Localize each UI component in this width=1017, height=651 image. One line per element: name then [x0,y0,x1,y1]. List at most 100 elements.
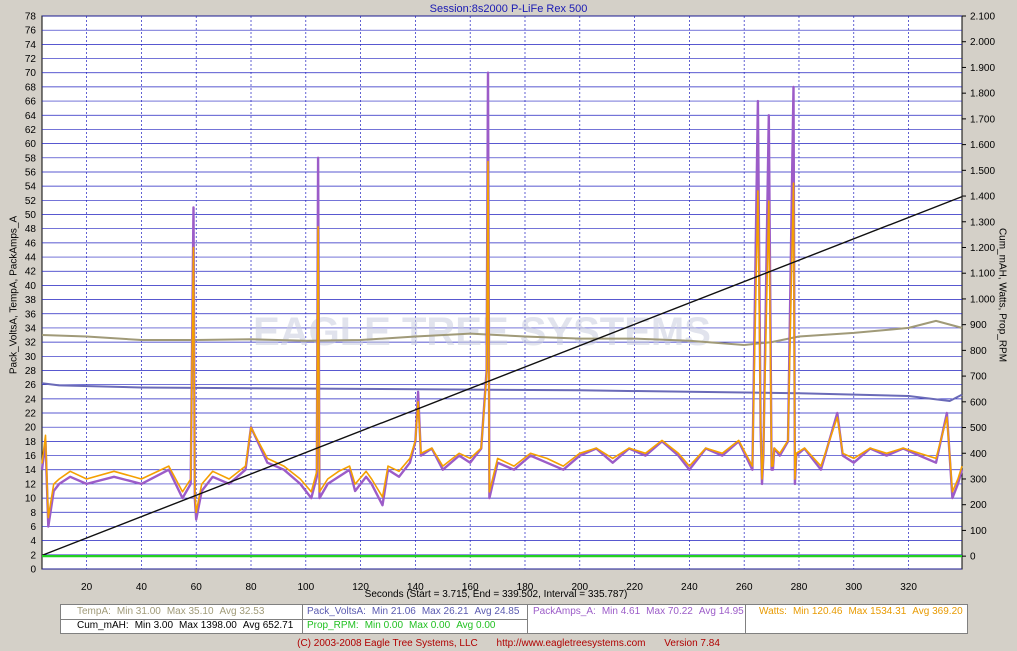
right-tick-label: 1.200 [970,243,995,254]
stats-temp-avg: Avg 32.53 [219,606,265,617]
right-tick-label: 1.700 [970,114,995,125]
left-tick-label: 14 [25,465,37,476]
stats-amps-label: PackAmps_A: [533,606,596,617]
left-tick-label: 68 [25,82,37,93]
stats-volts-label: Pack_VoltsA: [307,606,366,617]
x-tick-label: 240 [681,582,698,593]
stats-rpm-min: Min 0.00 [364,620,404,631]
stats-cum: Cum_mAH: Min 3.00 Max 1398.00 Avg 652.71 [77,619,299,633]
left-tick-label: 40 [25,281,37,292]
left-tick-label: 8 [30,508,36,519]
left-tick-label: 12 [25,479,37,490]
stats-watts-label: Watts: [759,606,787,617]
stats-rpm-max: Max 0.00 [409,620,451,631]
left-tick-label: 32 [25,338,37,349]
left-tick-label: 36 [25,309,37,320]
stats-amps-avg: Avg 14.95 [698,606,744,617]
stats-watts-min: Min 120.46 [792,606,843,617]
left-tick-label: 38 [25,295,37,306]
left-tick-label: 28 [25,366,37,377]
stats-amps-max: Max 70.22 [646,606,693,617]
right-tick-label: 2.000 [970,37,995,48]
footer-copyright: (C) 2003-2008 Eagle Tree Systems, LLC [297,638,478,649]
stats-cum-label: Cum_mAH: [77,620,129,631]
right-tick-label: 2.100 [970,12,995,23]
x-tick-label: 80 [245,582,257,593]
x-tick-label: 280 [791,582,808,593]
left-tick-label: 74 [25,40,37,51]
footer: (C) 2003-2008 Eagle Tree Systems, LLC ht… [0,638,1017,649]
left-tick-label: 76 [25,26,37,37]
left-tick-label: 48 [25,224,37,235]
right-tick-label: 400 [970,449,987,460]
right-axis-ticks: 0 100 200 300 400 500 600 700 800 900 1.000 1.100 1.… [962,12,995,563]
stats-rpm-avg: Avg 0.00 [456,620,496,631]
left-tick-label: 72 [25,54,37,65]
left-tick-label: 30 [25,352,37,363]
left-tick-label: 62 [25,125,37,136]
watermark: EAGLE TREE SYSTEMS [253,310,711,354]
footer-version: Version 7.84 [664,638,720,649]
left-tick-label: 22 [25,409,37,420]
right-tick-label: 1.500 [970,166,995,177]
right-tick-label: 0 [970,552,976,563]
x-tick-label: 260 [736,582,753,593]
footer-url[interactable]: http://www.eagletreesystems.com [497,638,646,649]
left-axis-label: Pack_VoltsA, TempA, PackAmps_A [9,216,20,375]
left-tick-label: 6 [30,522,36,533]
stats-amps-min: Min 4.61 [601,606,641,617]
left-tick-label: 42 [25,267,37,278]
right-tick-label: 800 [970,346,987,357]
stats-cum-min: Min 3.00 [134,620,174,631]
x-tick-label: 60 [191,582,203,593]
left-tick-label: 16 [25,451,37,462]
x-tick-label: 220 [626,582,643,593]
stats-temp-label: TempA: [77,606,111,617]
x-tick-label: 100 [297,582,314,593]
stats-volts-avg: Avg 24.85 [474,606,520,617]
stats-volts: Pack_VoltsA: Min 21.06 Max 26.21 Avg 24.85 [307,605,525,619]
right-tick-label: 1.300 [970,217,995,228]
stats-amps: PackAmps_A: Min 4.61 Max 70.22 Avg 14.95 [533,605,750,619]
stats-volts-min: Min 21.06 [371,606,416,617]
right-tick-label: 1.800 [970,89,995,100]
left-tick-label: 60 [25,139,37,150]
left-tick-label: 4 [30,536,36,547]
stats-watts: Watts: Min 120.46 Max 1534.31 Avg 369.20 [759,605,969,619]
stats-rpm: Prop_RPM: Min 0.00 Max 0.00 Avg 0.00 [307,619,501,633]
right-tick-label: 100 [970,526,987,537]
stats-cum-max: Max 1398.00 [179,620,237,631]
right-tick-label: 1.100 [970,269,995,280]
left-tick-label: 58 [25,153,37,164]
left-tick-label: 52 [25,196,37,207]
x-axis-label: Seconds (Start = 3.715, End = 339.502, I… [365,589,628,600]
right-tick-label: 200 [970,500,987,511]
right-tick-label: 1.900 [970,63,995,74]
x-tick-label: 20 [81,582,93,593]
left-tick-label: 0 [30,565,36,576]
stats-panel: TempA: Min 31.00 Max 35.10 Avg 32.53 Cum_mA… [60,604,968,634]
stats-watts-max: Max 1534.31 [848,606,907,617]
left-tick-label: 34 [25,323,37,334]
right-tick-label: 600 [970,397,987,408]
left-tick-label: 54 [25,182,37,193]
right-tick-label: 1.400 [970,192,995,203]
stats-rpm-label: Prop_RPM: [307,620,359,631]
right-tick-label: 700 [970,372,987,383]
stats-temp: TempA: Min 31.00 Max 35.10 Avg 32.53 [77,605,270,619]
right-axis-label: Cum_mAH, Watts, Prop_RPM [996,228,1007,362]
left-tick-label: 20 [25,423,37,434]
left-tick-label: 18 [25,437,37,448]
chart: EAGLE TREE SYSTEMS 024681012141618202224… [9,12,1008,601]
stats-cum-avg: Avg 652.71 [242,620,294,631]
left-tick-label: 26 [25,380,37,391]
right-tick-label: 900 [970,320,987,331]
left-tick-label: 24 [25,394,37,405]
left-axis-ticks: 0246810121416182022242628303234363840424… [25,12,37,576]
left-tick-label: 44 [25,253,37,264]
x-tick-label: 300 [845,582,862,593]
stats-volts-max: Max 26.21 [421,606,469,617]
x-tick-label: 40 [136,582,148,593]
left-tick-label: 56 [25,167,37,178]
left-tick-label: 70 [25,68,37,79]
